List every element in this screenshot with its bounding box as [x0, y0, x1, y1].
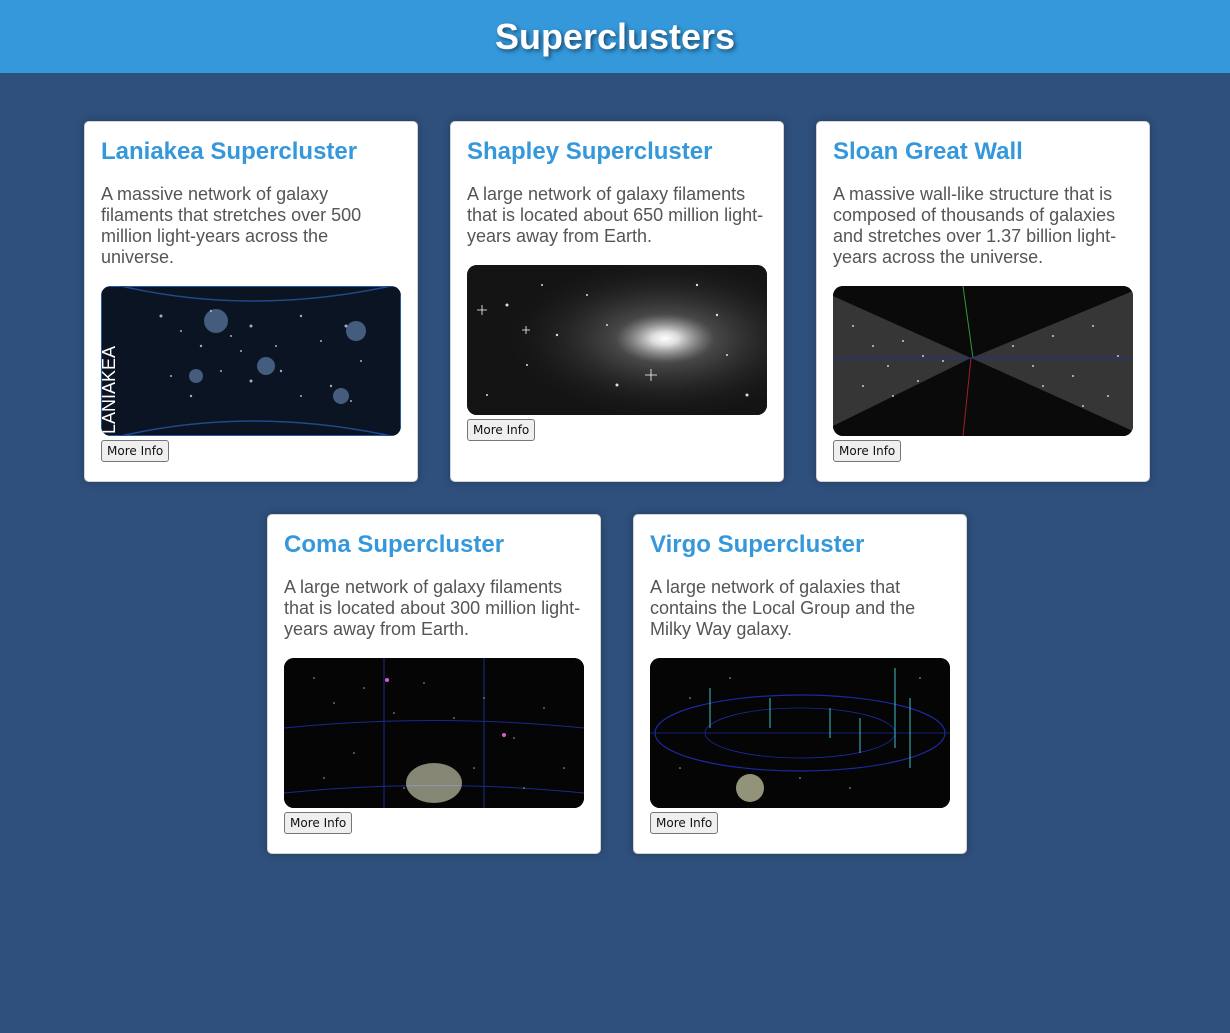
card-description: A massive wall-like structure that is co… [833, 184, 1117, 267]
card-title: Coma Supercluster [284, 531, 505, 558]
card-shapley: Shapley Supercluster A large network of … [450, 121, 784, 482]
more-info-button[interactable]: More Info [101, 440, 170, 462]
card-title: Sloan Great Wall [833, 138, 1023, 165]
card-coma: Coma Supercluster A large network of gal… [267, 514, 601, 854]
laniakea-image: LANIAKEA [101, 286, 401, 436]
coma-image [284, 658, 584, 808]
page-title: Superclusters [494, 16, 736, 57]
card-sloan: Sloan Great Wall A massive wall-like str… [816, 121, 1150, 482]
card-description: A large network of galaxy filaments that… [284, 577, 581, 639]
card-virgo: Virgo Supercluster A large network of ga… [633, 514, 967, 854]
card-description: A large network of galaxy filaments that… [467, 184, 764, 246]
more-info-button[interactable]: More Info [833, 440, 902, 462]
card-laniakea: Laniakea Supercluster A massive network … [84, 121, 418, 482]
shapley-image [467, 265, 767, 415]
more-info-button[interactable]: More Info [284, 812, 353, 834]
card-description: A large network of galaxies that contain… [650, 577, 916, 639]
page-header: Superclusters [0, 0, 1230, 73]
sloan-image [833, 286, 1133, 436]
more-info-button[interactable]: More Info [467, 419, 536, 441]
laniakea-image-label: LANIAKEA [101, 346, 119, 434]
more-info-button[interactable]: More Info [650, 812, 719, 834]
card-title: Shapley Supercluster [467, 138, 713, 165]
virgo-image [650, 658, 950, 808]
card-description: A massive network of galaxy filaments th… [101, 184, 362, 267]
card-title: Laniakea Supercluster [101, 138, 358, 165]
card-title: Virgo Supercluster [650, 531, 865, 558]
